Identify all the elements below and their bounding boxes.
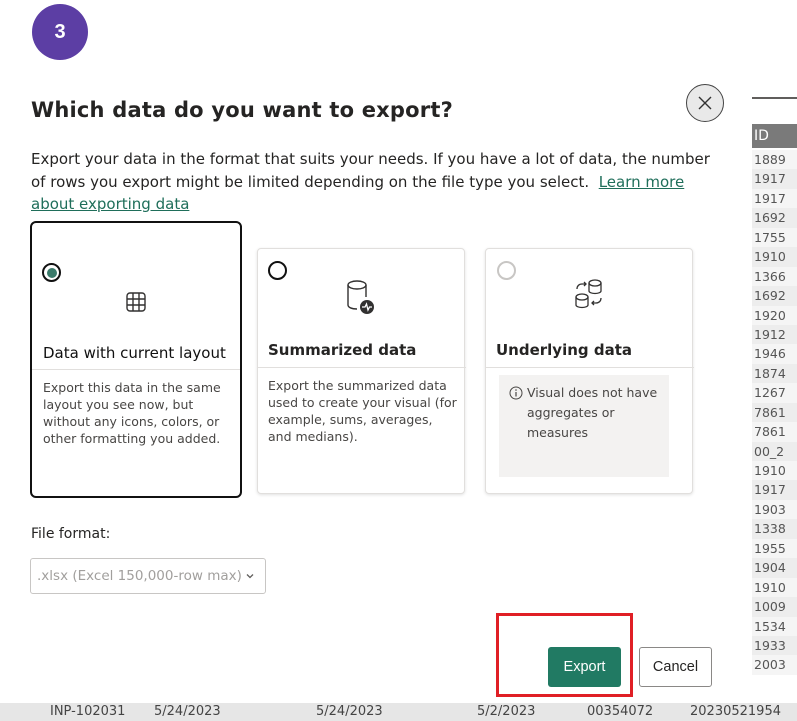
table-header-divider (752, 97, 797, 99)
table-cell: 1917 (752, 480, 797, 500)
table-cell: 1889 (752, 150, 797, 170)
option-title: Underlying data (496, 341, 633, 359)
step-badge: 3 (32, 4, 88, 60)
close-icon (698, 96, 712, 110)
table-cell: 1917 (752, 188, 797, 209)
table-cell: 1366 (752, 266, 797, 287)
close-button[interactable] (686, 84, 724, 122)
table-cell: 1692 (752, 286, 797, 306)
card-divider (258, 367, 466, 368)
info-icon (509, 386, 523, 400)
table-cell: 00354072 (587, 704, 654, 719)
option-card-underlying[interactable]: Underlying data Visual does not have agg… (485, 248, 694, 494)
card-divider (486, 367, 694, 368)
table-cell: 1910 (752, 247, 797, 267)
table-cell: 1267 (752, 383, 797, 403)
option-card-current-layout[interactable]: Data with current layout Export this dat… (30, 221, 242, 498)
table-cell: 00_2 (752, 441, 797, 461)
table-cell: 1534 (752, 616, 797, 636)
background-table: ID 1889 1917 1917 1692 1755 1910 1366 1692 1920 1… (752, 0, 797, 721)
table-cell: 1920 (752, 305, 797, 325)
table-cell: 1955 (752, 538, 797, 559)
id-column-header: ID (752, 124, 797, 148)
option-card-summarized[interactable]: Summarized data Export the summarized da… (257, 248, 466, 494)
card-divider (32, 369, 240, 370)
info-box: Visual does not have aggregates or measu… (499, 375, 669, 477)
chevron-down-icon (246, 574, 254, 579)
option-description: Export this data in the same layout you … (43, 380, 221, 446)
cancel-button[interactable]: Cancel (639, 647, 712, 687)
table-cell: 1874 (752, 363, 797, 384)
table-cell: 1755 (752, 227, 797, 248)
table-cell: 1946 (752, 344, 797, 364)
radio-underlying[interactable] (497, 261, 516, 280)
table-cell: 7861 (752, 402, 797, 423)
option-title: Summarized data (268, 341, 417, 359)
table-cell: 1338 (752, 519, 797, 539)
id-column: 1889 1917 1917 1692 1755 1910 1366 1692 1920 1912… (752, 150, 797, 675)
table-cell: 1009 (752, 597, 797, 617)
table-icon (126, 292, 146, 312)
radio-summarized[interactable] (268, 261, 287, 280)
table-cell: 20230521954 (690, 704, 781, 719)
table-cell: 5/2/2023 (477, 704, 536, 719)
export-dialog: 3 Which data do you want to export? Expo… (0, 0, 752, 703)
table-cell: 1917 (752, 169, 797, 189)
dialog-description: Export your data in the format that suit… (31, 148, 711, 216)
table-cell: 1933 (752, 635, 797, 656)
option-title: Data with current layout (43, 344, 226, 362)
info-text: Visual does not have aggregates or measu… (527, 385, 658, 440)
table-cell: 5/24/2023 (316, 704, 383, 719)
table-cell: 1904 (752, 558, 797, 578)
option-description: Export the summarized data used to creat… (268, 378, 457, 444)
table-cell: 2003 (752, 655, 797, 675)
table-cell: 1903 (752, 499, 797, 520)
table-cell: 7861 (752, 422, 797, 442)
table-cell: 1910 (752, 577, 797, 598)
file-format-dropdown[interactable]: .xlsx (Excel 150,000-row max) (30, 558, 266, 594)
table-cell: 1910 (752, 461, 797, 481)
table-cell: 1692 (752, 208, 797, 228)
file-format-label: File format: (31, 526, 111, 542)
background-table-row: INP-102031 5/24/2023 5/24/2023 5/2/2023 … (0, 703, 797, 721)
table-cell: 5/24/2023 (154, 704, 221, 719)
database-transfer-icon (575, 279, 602, 309)
radio-current-layout[interactable] (42, 263, 61, 282)
export-button[interactable]: Export (548, 647, 621, 687)
table-cell: INP-102031 (50, 704, 126, 719)
dialog-title: Which data do you want to export? (31, 98, 453, 122)
table-cell: 1912 (752, 324, 797, 345)
file-format-value: .xlsx (Excel 150,000-row max) (37, 568, 242, 584)
database-pulse-icon (347, 280, 374, 314)
